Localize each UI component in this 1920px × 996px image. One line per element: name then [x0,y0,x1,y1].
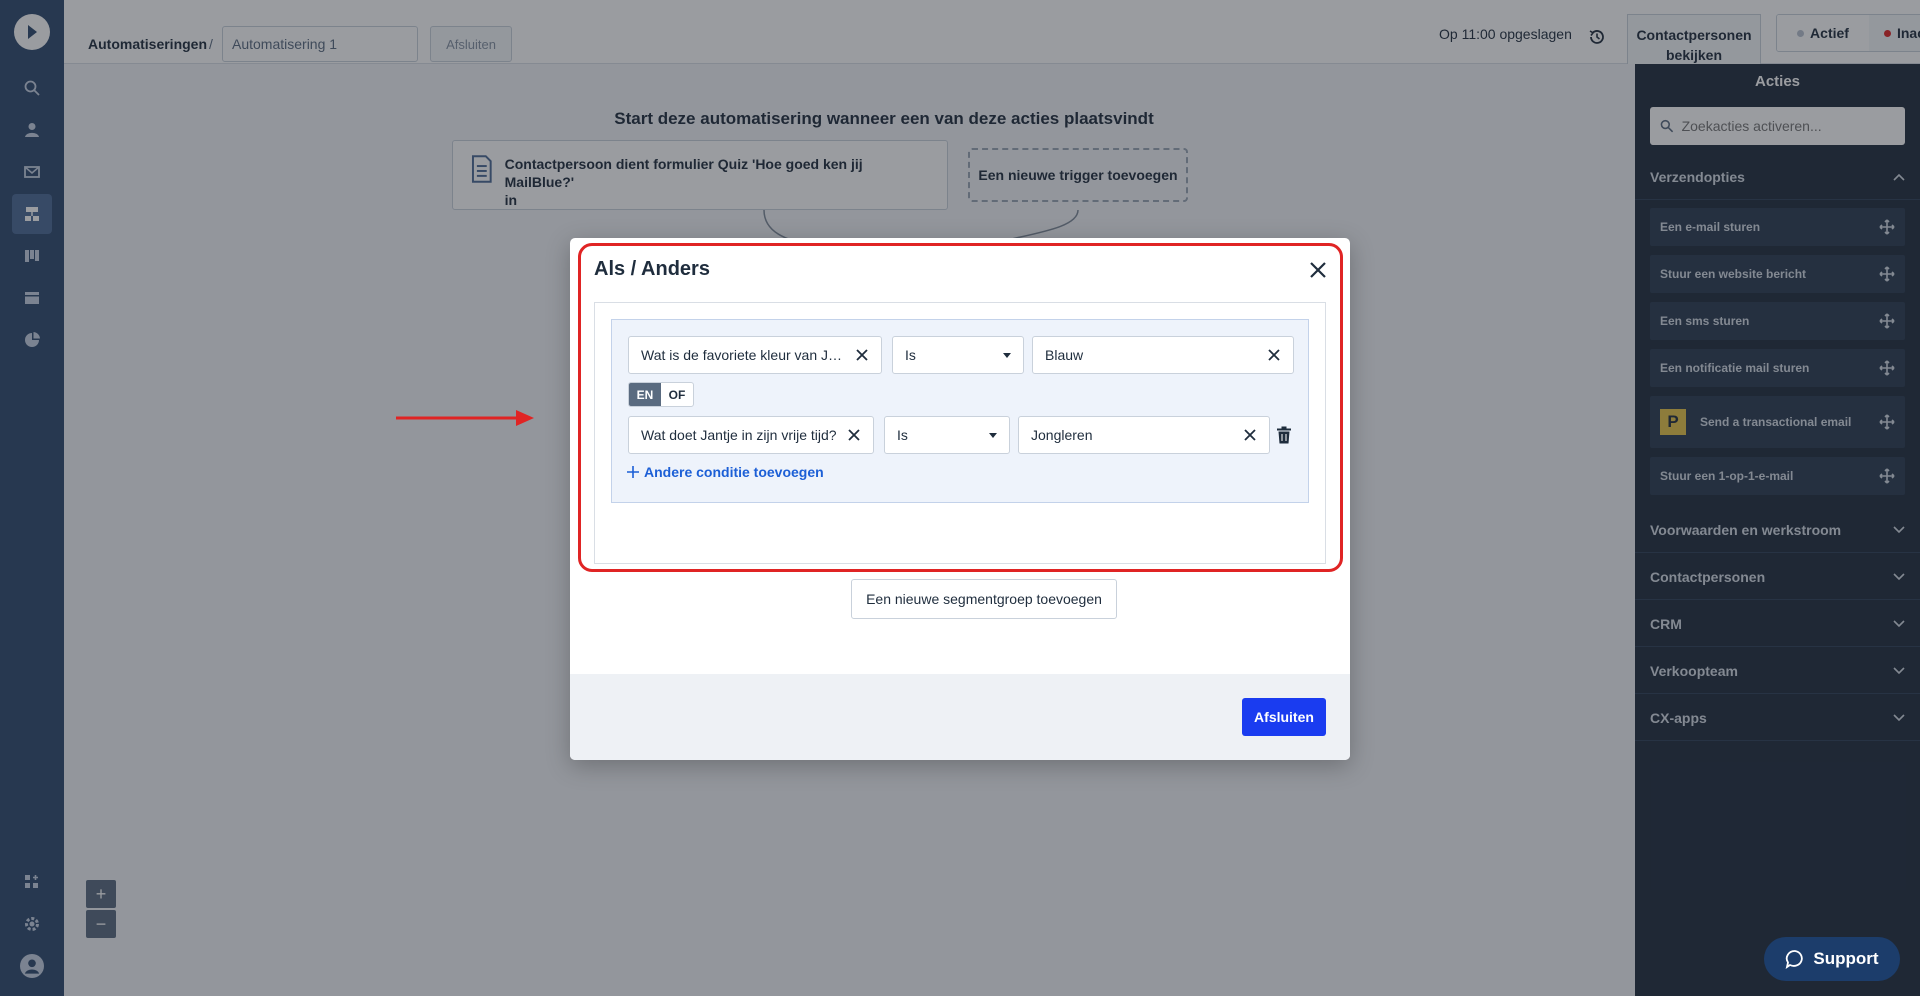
support-button[interactable]: Support [1764,937,1900,981]
support-label: Support [1813,949,1879,968]
modal-footer [570,674,1350,760]
add-segment-group-button[interactable]: Een nieuwe segmentgroep toevoegen [851,579,1117,619]
chat-bubble-icon [1786,950,1804,969]
modal-close-button[interactable]: Afsluiten [1242,698,1326,736]
annotation-arrow [396,410,534,426]
annotation-highlight [578,243,1343,572]
